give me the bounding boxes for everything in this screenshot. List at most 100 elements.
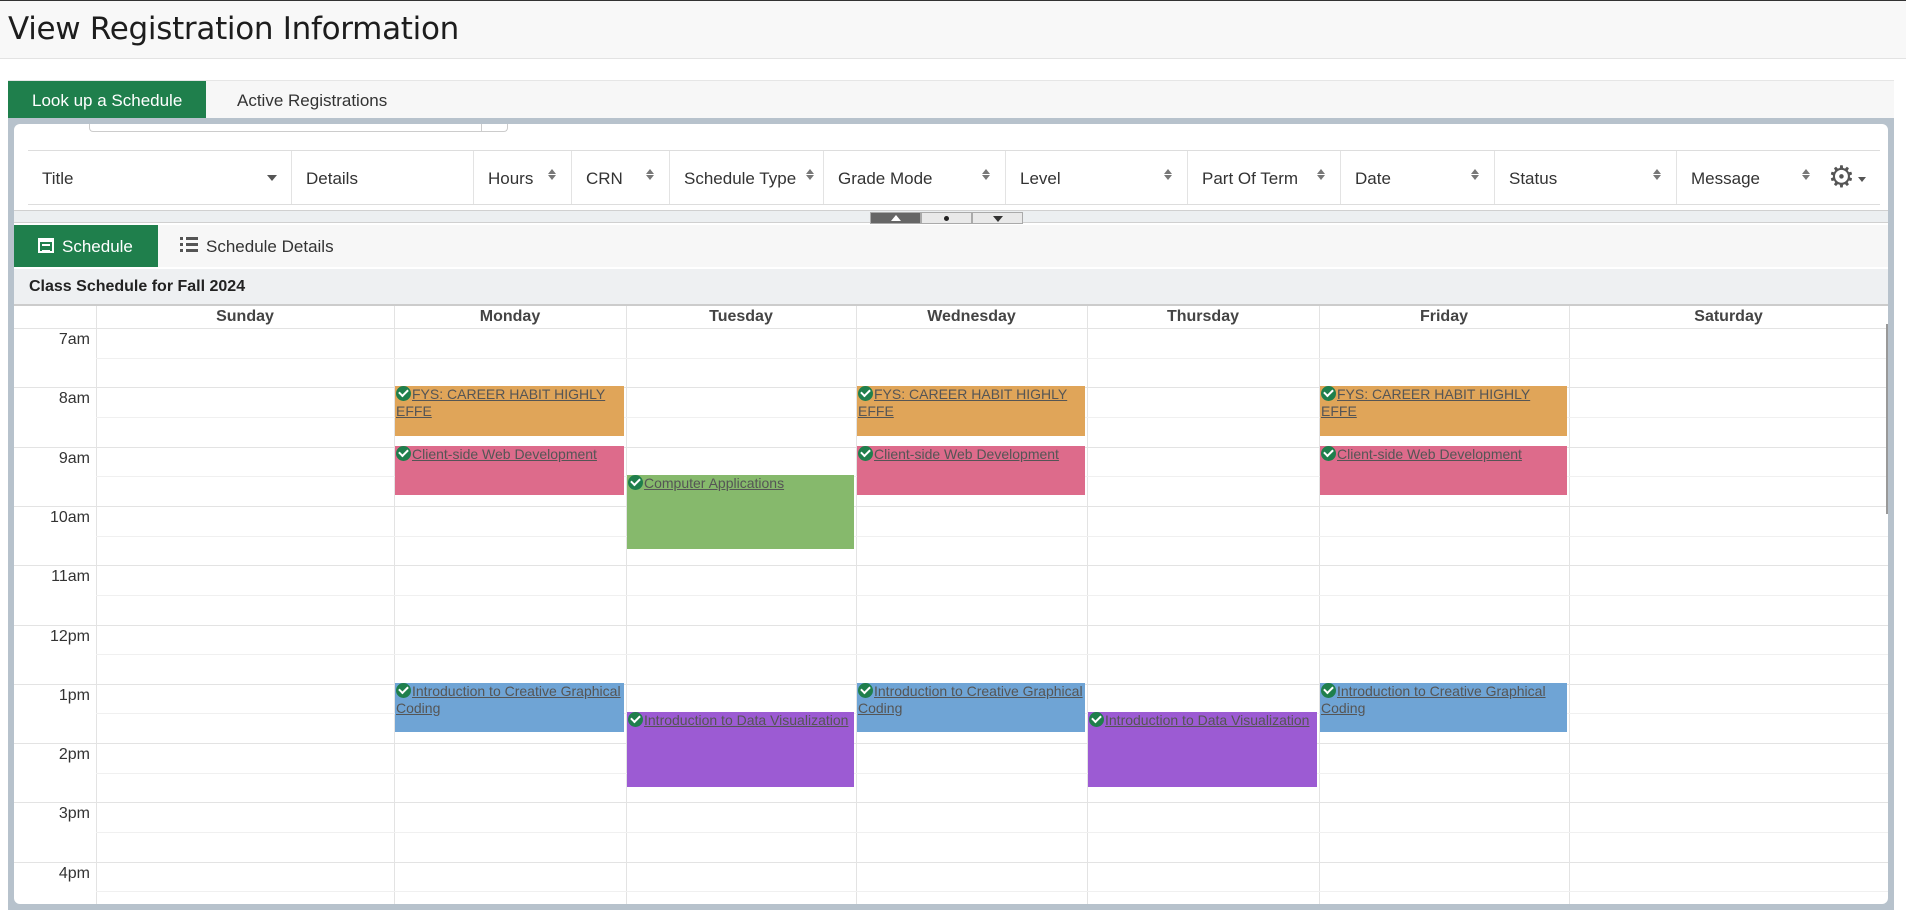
tab-schedule-details[interactable]: Schedule Details	[180, 225, 334, 267]
class-event-link[interactable]: Introduction to Data Visualization	[1105, 712, 1309, 728]
check-circle-icon	[396, 682, 411, 698]
column-header-part-of-term[interactable]: Part Of Term	[1188, 151, 1341, 204]
time-label: 3pm	[58, 805, 90, 823]
class-event[interactable]: Computer Applications	[627, 475, 854, 550]
column-label: CRN	[586, 169, 623, 188]
search-input[interactable]	[89, 124, 508, 132]
chevron-down-icon	[1858, 177, 1866, 186]
class-event-link[interactable]: Introduction to Creative Graphical Codin…	[858, 683, 1083, 716]
column-header-grade-mode[interactable]: Grade Mode	[824, 151, 1006, 204]
day-column-divider	[96, 306, 97, 904]
check-circle-icon	[396, 445, 411, 461]
column-label: Part Of Term	[1202, 169, 1299, 188]
time-label: 7am	[58, 331, 90, 348]
column-header-schedule-type[interactable]: Schedule Type	[670, 151, 824, 204]
class-event-link[interactable]: Introduction to Creative Graphical Codin…	[1321, 683, 1546, 716]
column-label: Level	[1020, 169, 1061, 188]
content-frame: Title Details Hours CRN Schedule Type Gr…	[8, 118, 1894, 910]
class-event-link[interactable]: Client-side Web Development	[412, 446, 597, 462]
gear-icon[interactable]: ⚙	[1828, 161, 1872, 195]
collapse-up-button[interactable]	[870, 212, 921, 224]
sort-icon[interactable]	[645, 165, 655, 183]
sort-icon[interactable]	[1801, 165, 1811, 183]
expand-down-button[interactable]	[972, 212, 1023, 224]
time-label: 9am	[58, 449, 90, 467]
column-label: Hours	[488, 169, 534, 188]
check-circle-icon	[1321, 682, 1336, 698]
tab-schedule[interactable]: Schedule	[14, 225, 158, 267]
time-label: 12pm	[49, 627, 90, 645]
class-event[interactable]: Client-side Web Development	[1320, 445, 1567, 495]
column-header-date[interactable]: Date	[1341, 151, 1495, 204]
class-event-link[interactable]: Introduction to Data Visualization	[644, 712, 848, 728]
class-event[interactable]: Introduction to Data Visualization	[1088, 712, 1317, 787]
content-panel: Title Details Hours CRN Schedule Type Gr…	[14, 124, 1888, 904]
column-header-details[interactable]: Details	[292, 151, 474, 204]
day-column-divider	[1569, 306, 1570, 904]
check-circle-icon	[858, 682, 873, 698]
column-header-message[interactable]: Message	[1677, 151, 1825, 204]
half-hour-line	[96, 535, 1888, 537]
sort-icon[interactable]	[1652, 165, 1662, 183]
grid-header: Title Details Hours CRN Schedule Type Gr…	[28, 150, 1880, 205]
check-circle-icon	[628, 712, 643, 728]
sort-icon[interactable]	[1470, 165, 1480, 183]
column-header-hours[interactable]: Hours	[474, 151, 572, 204]
column-label: Status	[1509, 169, 1558, 188]
class-event-link[interactable]: FYS: CAREER HABIT HIGHLY EFFE	[858, 386, 1067, 419]
column-label: Details	[306, 169, 358, 188]
day-header-sunday: Sunday	[216, 308, 274, 325]
class-event[interactable]: FYS: CAREER HABIT HIGHLY EFFE	[395, 386, 624, 436]
half-hour-line	[96, 832, 1888, 834]
sort-icon[interactable]	[547, 165, 557, 183]
half-hour-line	[96, 772, 1888, 774]
check-circle-icon	[1321, 386, 1336, 402]
class-event[interactable]: Introduction to Creative Graphical Codin…	[857, 682, 1085, 733]
tab-look-up-schedule[interactable]: Look up a Schedule	[8, 81, 207, 119]
day-column-divider	[1087, 306, 1088, 904]
tab-active-registrations[interactable]: Active Registrations	[213, 81, 411, 119]
list-icon	[180, 237, 198, 252]
class-event-link[interactable]: Introduction to Creative Graphical Codin…	[396, 683, 621, 716]
class-event-link[interactable]: Client-side Web Development	[1337, 446, 1522, 462]
class-event[interactable]: FYS: CAREER HABIT HIGHLY EFFE	[857, 386, 1085, 436]
day-header-wednesday: Wednesday	[927, 308, 1016, 325]
time-label: 4pm	[58, 864, 90, 882]
time-label: 10am	[49, 508, 90, 526]
class-event[interactable]: FYS: CAREER HABIT HIGHLY EFFE	[1320, 386, 1567, 436]
restore-split-button[interactable]	[921, 212, 972, 224]
check-circle-icon	[858, 445, 873, 461]
panel-splitter	[14, 210, 1888, 224]
check-circle-icon	[628, 475, 643, 491]
class-event[interactable]: Client-side Web Development	[395, 445, 624, 495]
class-event[interactable]: Introduction to Creative Graphical Codin…	[1320, 682, 1567, 733]
class-event-link[interactable]: Client-side Web Development	[874, 446, 1059, 462]
class-event[interactable]: Introduction to Data Visualization	[627, 712, 854, 787]
calendar-scrollbar[interactable]	[1886, 324, 1888, 514]
tab-label: Schedule Details	[206, 237, 334, 256]
class-event-link[interactable]: Computer Applications	[644, 475, 784, 491]
column-header-status[interactable]: Status	[1495, 151, 1677, 204]
column-header-level[interactable]: Level	[1006, 151, 1188, 204]
time-label: 8am	[58, 390, 90, 408]
day-header-friday: Friday	[1419, 308, 1468, 325]
hour-line	[14, 743, 1888, 745]
column-label: Schedule Type	[684, 169, 797, 188]
class-event-link[interactable]: FYS: CAREER HABIT HIGHLY EFFE	[396, 386, 605, 419]
calendar-icon	[38, 238, 54, 253]
column-label: Message	[1691, 169, 1760, 188]
sort-icon[interactable]	[981, 165, 991, 183]
chevron-down-icon[interactable]	[267, 175, 277, 186]
page-header: View Registration Information	[0, 0, 1906, 59]
column-header-title[interactable]: Title	[28, 151, 292, 204]
class-event[interactable]: Introduction to Creative Graphical Codin…	[395, 682, 624, 733]
sort-icon[interactable]	[805, 165, 815, 183]
column-label: Title	[42, 169, 74, 188]
column-header-crn[interactable]: CRN	[572, 151, 670, 204]
class-event[interactable]: Client-side Web Development	[857, 445, 1085, 495]
sort-icon[interactable]	[1163, 165, 1173, 183]
sort-icon[interactable]	[1316, 165, 1326, 183]
class-event-link[interactable]: FYS: CAREER HABIT HIGHLY EFFE	[1321, 386, 1530, 419]
search-button[interactable]	[481, 124, 507, 131]
hour-line	[14, 505, 1888, 507]
